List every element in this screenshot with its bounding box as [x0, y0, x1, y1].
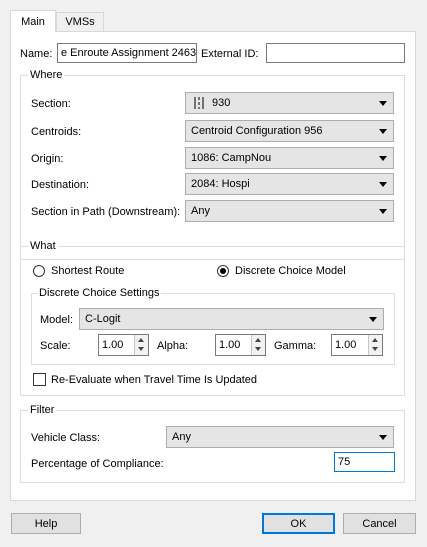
tab-main-label: Main: [21, 15, 45, 28]
tab-vmss[interactable]: VMSs: [56, 12, 104, 31]
external-id-field[interactable]: [266, 43, 405, 63]
scale-label: Scale:: [40, 340, 71, 352]
shortest-route-radio[interactable]: [33, 265, 45, 277]
name-field-value: e Enroute Assignment 2463: [61, 47, 197, 59]
vehicle-class-select[interactable]: Any: [166, 426, 394, 448]
cancel-button-label: Cancel: [362, 517, 397, 530]
centroids-label: Centroids:: [31, 126, 82, 138]
spin-up-icon[interactable]: [255, 338, 261, 342]
main-tab-panel: Name: e Enroute Assignment 2463 External…: [10, 31, 416, 501]
model-label: Model:: [40, 314, 74, 326]
chevron-down-icon: [379, 101, 387, 106]
chevron-down-icon: [369, 317, 377, 322]
radio-selected-dot: [220, 268, 226, 274]
origin-select[interactable]: 1086: CampNou: [185, 147, 394, 169]
help-button[interactable]: Help: [11, 513, 81, 534]
alpha-spinbox[interactable]: 1.00: [215, 334, 266, 356]
spin-down-icon[interactable]: [372, 347, 378, 351]
section-value: 930: [212, 97, 231, 109]
gamma-spin-buttons[interactable]: [368, 335, 382, 355]
chevron-down-icon: [379, 182, 387, 187]
tab-main[interactable]: Main: [10, 10, 56, 32]
help-button-label: Help: [34, 517, 58, 530]
scale-spin-buttons[interactable]: [134, 335, 148, 355]
spin-up-icon[interactable]: [138, 338, 144, 342]
filter-group-title: Filter: [28, 404, 57, 417]
spin-up-icon[interactable]: [372, 338, 378, 342]
ok-button-label: OK: [290, 517, 307, 530]
destination-value: 2084: Hospi: [191, 178, 250, 190]
model-value: C-Logit: [85, 313, 121, 325]
gamma-label: Gamma:: [274, 340, 317, 352]
external-id-label: External ID:: [201, 48, 259, 60]
compliance-value: 75: [338, 456, 351, 468]
gamma-spinbox[interactable]: 1.00: [331, 334, 383, 356]
what-group-title: What: [28, 240, 58, 253]
compliance-label: Percentage of Compliance:: [31, 458, 164, 470]
destination-label: Destination:: [31, 179, 90, 191]
model-select[interactable]: C-Logit: [79, 308, 384, 330]
scale-value: 1.00: [102, 339, 124, 351]
vehicle-class-value: Any: [172, 431, 191, 443]
section-in-path-value: Any: [191, 205, 210, 217]
section-label: Section:: [31, 98, 71, 110]
ok-button[interactable]: OK: [262, 513, 335, 534]
section-in-path-select[interactable]: Any: [185, 200, 394, 222]
section-select[interactable]: 930: [185, 92, 394, 114]
reevaluate-label[interactable]: Re-Evaluate when Travel Time Is Updated: [51, 373, 257, 387]
discrete-choice-label[interactable]: Discrete Choice Model: [235, 264, 346, 278]
chevron-down-icon: [379, 209, 387, 214]
name-field[interactable]: e Enroute Assignment 2463: [57, 43, 197, 63]
origin-label: Origin:: [31, 153, 64, 165]
gamma-value: 1.00: [335, 339, 357, 351]
cancel-button[interactable]: Cancel: [343, 513, 416, 534]
compliance-field[interactable]: 75: [334, 452, 395, 472]
chevron-down-icon: [379, 129, 387, 134]
centroids-value: Centroid Configuration 956: [191, 125, 323, 137]
chevron-down-icon: [379, 435, 387, 440]
name-label: Name:: [20, 48, 53, 60]
discrete-choice-radio[interactable]: [217, 265, 229, 277]
scale-spinbox[interactable]: 1.00: [98, 334, 149, 356]
chevron-down-icon: [379, 156, 387, 161]
section-in-path-label: Section in Path (Downstream):: [31, 206, 181, 218]
reevaluate-checkbox[interactable]: [33, 373, 46, 386]
spin-down-icon[interactable]: [138, 347, 144, 351]
shortest-route-label[interactable]: Shortest Route: [51, 264, 124, 278]
alpha-value: 1.00: [219, 339, 241, 351]
where-group-title: Where: [28, 69, 65, 82]
origin-value: 1086: CampNou: [191, 152, 272, 164]
spin-down-icon[interactable]: [255, 347, 261, 351]
tab-vmss-label: VMSs: [65, 16, 95, 28]
road-section-icon: [194, 97, 204, 109]
centroids-select[interactable]: Centroid Configuration 956: [185, 120, 394, 142]
vehicle-class-label: Vehicle Class:: [31, 432, 101, 444]
discrete-choice-settings-title: Discrete Choice Settings: [37, 287, 162, 300]
alpha-label: Alpha:: [157, 340, 189, 352]
alpha-spin-buttons[interactable]: [251, 335, 265, 355]
destination-select[interactable]: 2084: Hospi: [185, 173, 394, 195]
